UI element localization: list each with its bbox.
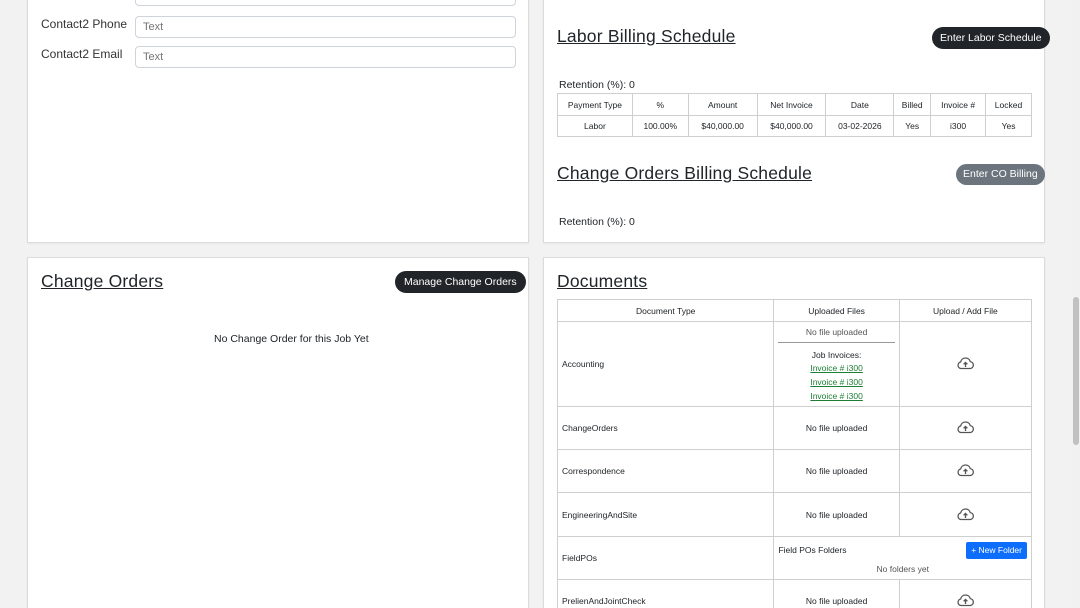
enter-labor-schedule-button[interactable]: Enter Labor Schedule [932,27,1050,49]
table-row: Labor 100.00% $40,000.00 $40,000.00 03-0… [557,115,1032,137]
upload-cell [898,406,1033,450]
table-cell: i300 [930,115,987,137]
table-row: EngineeringAndSite No file uploaded [556,492,1033,537]
document-type: FieldPOs [556,536,775,580]
contact2-phone-row: Contact2 Phone [41,16,517,38]
cloud-upload-icon[interactable] [956,463,975,477]
cloud-upload-icon[interactable] [956,420,975,434]
column-header: Uploaded Files [773,299,900,322]
table-cell: 03-02-2026 [825,115,895,137]
enter-co-billing-button[interactable]: Enter CO Billing [956,164,1045,185]
documents-title: Documents [557,271,648,291]
upload-cell [898,492,1033,537]
cloud-upload-icon[interactable] [956,356,975,370]
job-invoices-label: Job Invoices: [811,350,862,360]
contact2-email-label: Contact2 Email [41,47,123,61]
billing-card: Labor Billing Schedule Enter Labor Sched… [543,0,1050,243]
previous-field-input[interactable] [135,0,516,6]
labor-billing-title: Labor Billing Schedule [557,26,736,46]
document-type: ChangeOrders [556,406,775,450]
scrollbar-thumb[interactable] [1073,297,1079,445]
no-file-text: No file uploaded [773,406,900,450]
documents-table: Document Type Uploaded Files Upload / Ad… [556,299,1033,608]
no-file-text: No file uploaded [773,449,900,493]
column-header: Invoice # [930,93,987,116]
column-header: Upload / Add File [898,299,1033,322]
upload-cell [898,449,1033,493]
table-row: Accounting No file uploaded Job Invoices… [556,321,1033,407]
labor-retention: Retention (%): 0 [559,79,635,91]
uploaded-files-cell: No file uploaded Job Invoices: Invoice #… [773,321,900,407]
table-row: PrelienAndJointCheck No file uploaded [556,579,1033,608]
new-folder-button[interactable]: + New Folder [966,541,1027,559]
co-retention: Retention (%): 0 [559,216,635,228]
column-header: Date [825,93,895,116]
no-change-orders-message: No Change Order for this Job Yet [214,333,369,345]
table-header-row: Payment Type % Amount Net Invoice Date B… [557,93,1032,116]
table-cell: 100.00% [631,115,689,137]
labor-billing-table: Payment Type % Amount Net Invoice Date B… [557,93,1032,137]
table-row: FieldPOs Field POs Folders + New Folder … [556,536,1032,580]
upload-cell [898,579,1033,608]
column-header: Document Type [556,299,775,322]
table-row: Correspondence No file uploaded [556,449,1033,493]
contact2-phone-input[interactable] [135,16,516,38]
contact2-phone-label: Contact2 Phone [41,17,128,31]
field-pos-folders-label: Field POs Folders [778,545,847,555]
documents-card: Documents Document Type Uploaded Files U… [543,257,1045,608]
column-header: Amount [687,93,758,116]
column-header: Net Invoice [756,93,827,116]
change-orders-card: Change Orders Manage Change Orders No Ch… [27,257,529,608]
column-header: Locked [985,93,1032,116]
no-folders-text: No folders yet [876,563,929,574]
column-header: Payment Type [557,93,633,116]
table-cell: Labor [557,115,633,137]
document-type: PrelienAndJointCheck [556,579,775,608]
document-type: Correspondence [556,449,775,493]
table-row: ChangeOrders No file uploaded [556,406,1033,450]
cloud-upload-icon[interactable] [956,507,975,521]
contact2-email-input[interactable] [135,46,516,68]
table-cell: $40,000.00 [687,115,758,137]
cloud-upload-icon[interactable] [956,593,975,607]
contact2-email-row: Contact2 Email [41,46,517,68]
document-type: EngineeringAndSite [556,492,775,537]
invoice-link[interactable]: Invoice # i300 [774,361,898,375]
column-header: Billed [893,93,932,116]
contact-card: Contact2 Phone Contact2 Email [27,0,529,243]
column-header: % [631,93,689,116]
no-file-text: No file uploaded [773,579,900,608]
table-cell: $40,000.00 [756,115,827,137]
page-scrollbar[interactable] [1072,0,1080,608]
no-file-text: No file uploaded [773,492,900,537]
upload-cell [898,321,1033,407]
divider [778,342,895,343]
manage-change-orders-button[interactable]: Manage Change Orders [395,271,526,293]
field-pos-folders-cell: Field POs Folders + New Folder No folder… [773,536,1032,580]
table-cell: Yes [985,115,1032,137]
table-cell: Yes [893,115,932,137]
change-orders-title: Change Orders [41,271,164,291]
co-billing-title: Change Orders Billing Schedule [557,163,813,183]
field-pos-header: Field POs Folders + New Folder [778,541,1027,559]
invoice-link[interactable]: Invoice # i300 [774,389,898,403]
table-header-row: Document Type Uploaded Files Upload / Ad… [556,299,1033,322]
invoice-link[interactable]: Invoice # i300 [774,375,898,389]
document-type: Accounting [556,321,775,407]
no-file-text: No file uploaded [805,327,868,337]
